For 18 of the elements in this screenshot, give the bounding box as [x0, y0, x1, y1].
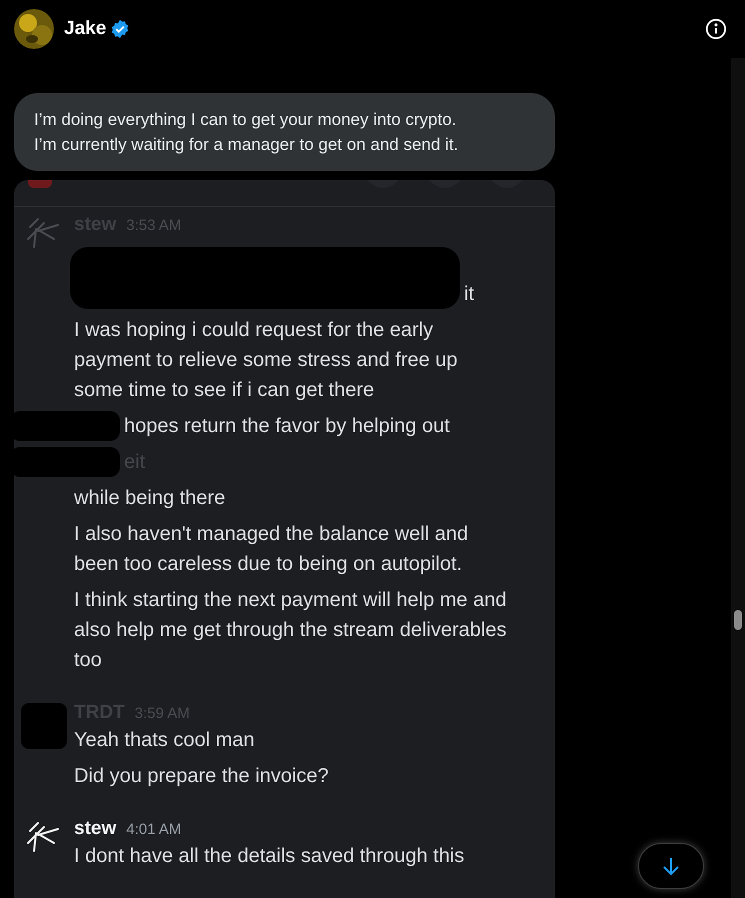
message-time: 4:01 AM — [126, 820, 182, 840]
scrollbar-thumb[interactable] — [734, 610, 742, 630]
author-name: stew — [74, 817, 116, 841]
arrow-down-icon — [662, 856, 680, 876]
scroll-down-button[interactable] — [638, 843, 704, 889]
redaction-mark — [21, 703, 67, 749]
message-text: hopes return the favor by helping out — [124, 414, 450, 439]
message-text: it — [464, 282, 474, 307]
message-text: I also haven't managed the balance well and been too careless due to being on autopilot. — [74, 522, 470, 577]
contact-name: Jake — [64, 16, 106, 41]
message-text: I dont have all the details saved through this — [74, 844, 464, 869]
message-line: I’m doing everything I can to get your money into crypto. — [34, 109, 458, 131]
message-text: Did you prepare the invoice? — [74, 764, 329, 789]
message-text: Yeah thats cool man — [74, 728, 254, 753]
message-line: I’m currently waiting for a manager to get on and send it. — [34, 134, 460, 156]
message-text: while being there — [74, 486, 226, 511]
message-text: I think starting the next payment will help me and also help me get through the stream deliverables too — [74, 588, 507, 673]
info-icon[interactable] — [705, 18, 727, 40]
